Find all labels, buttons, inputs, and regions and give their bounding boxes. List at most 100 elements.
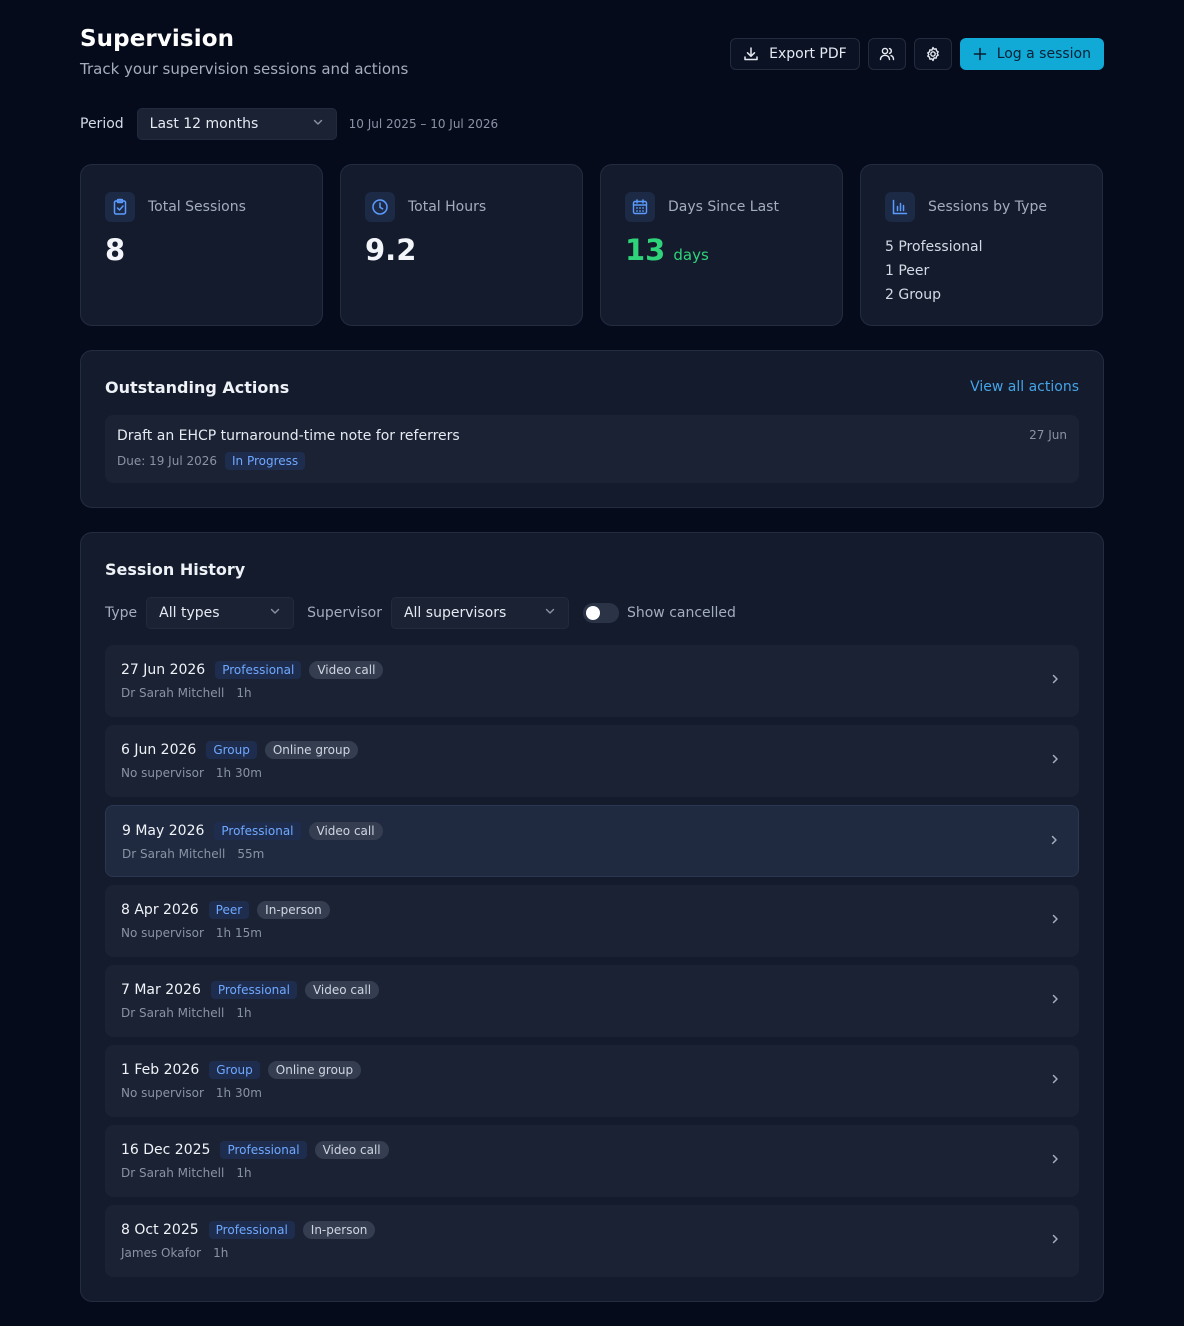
chevron-right-icon: [1048, 832, 1060, 851]
type-filter-value: All types: [159, 605, 220, 621]
session-duration: 1h: [213, 1246, 229, 1260]
session-row[interactable]: 7 Mar 2026 Professional Video call Dr Sa…: [105, 965, 1079, 1037]
session-supervisor: James Okafor: [121, 1246, 202, 1260]
export-pdf-button[interactable]: Export PDF: [730, 38, 860, 70]
session-history-title: Session History: [105, 560, 246, 579]
period-date-range: 10 Jul 2025 – 10 Jul 2026: [348, 117, 499, 131]
clock-icon: [365, 192, 395, 222]
total-sessions-card: Total Sessions 8: [80, 164, 323, 326]
sessions-by-type-list: 5 Professional 1 Peer 2 Group: [885, 235, 1078, 307]
session-date: 1 Feb 2026: [121, 1062, 200, 1078]
download-icon: [743, 46, 759, 62]
session-type-badge: Professional: [214, 822, 301, 840]
session-date: 9 May 2026: [122, 823, 205, 839]
outstanding-actions-panel: Outstanding Actions View all actions Dra…: [80, 350, 1104, 508]
stats-row: Total Sessions 8 Total Hours 9.2 Days Si…: [80, 164, 1104, 326]
session-date: 7 Mar 2026: [121, 982, 201, 998]
session-row[interactable]: 16 Dec 2025 Professional Video call Dr S…: [105, 1125, 1079, 1197]
supervisor-filter-select[interactable]: All supervisors: [390, 597, 569, 629]
session-date: 27 Jun 2026: [121, 662, 206, 678]
session-history-panel: Session History Type All types Superviso…: [80, 532, 1104, 1302]
session-date: 16 Dec 2025: [121, 1142, 211, 1158]
session-duration: 1h 15m: [215, 926, 262, 940]
days-since-label: Days Since Last: [668, 199, 779, 215]
session-duration: 1h 30m: [215, 766, 262, 780]
users-icon: [879, 46, 895, 62]
total-hours-value: 9.2: [365, 233, 417, 267]
gear-icon: [925, 46, 941, 62]
session-supervisor: Dr Sarah Mitchell: [122, 847, 226, 861]
session-mode-badge: In-person: [302, 1221, 376, 1239]
session-type-badge: Professional: [215, 661, 302, 679]
session-type-badge: Professional: [220, 1141, 307, 1159]
session-row[interactable]: 8 Apr 2026 Peer In-person No supervisor …: [105, 885, 1079, 957]
session-duration: 1h: [236, 686, 252, 700]
session-duration: 1h: [236, 1006, 252, 1020]
session-type-badge: Professional: [210, 981, 297, 999]
chevron-right-icon: [1049, 1071, 1061, 1090]
session-mode-badge: Video call: [304, 981, 380, 999]
session-duration: 55m: [237, 847, 265, 861]
chevron-right-icon: [1049, 911, 1061, 930]
period-select[interactable]: Last 12 months: [136, 108, 337, 140]
session-supervisor: Dr Sarah Mitchell: [121, 686, 225, 700]
type-filter-select[interactable]: All types: [146, 597, 295, 629]
session-type-badge: Peer: [208, 901, 250, 919]
supervisor-filter-label: Supervisor: [307, 605, 382, 621]
chevron-right-icon: [1049, 751, 1061, 770]
days-since-value-group: 13 days: [625, 233, 818, 267]
supervisor-filter-value: All supervisors: [403, 605, 507, 621]
chevron-down-icon: [312, 116, 324, 132]
session-duration: 1h 30m: [215, 1086, 262, 1100]
action-title: Draft an EHCP turnaround-time note for r…: [117, 428, 460, 444]
chevron-right-icon: [1049, 991, 1061, 1010]
chevron-right-icon: [1049, 1151, 1061, 1170]
chevron-down-icon: [269, 605, 281, 621]
total-hours-card: Total Hours 9.2: [340, 164, 583, 326]
calendar-icon: [625, 192, 655, 222]
session-row[interactable]: 6 Jun 2026 Group Online group No supervi…: [105, 725, 1079, 797]
page-header: Supervision Track your supervision sessi…: [80, 26, 1104, 86]
days-since-value: 13: [625, 233, 666, 267]
action-item[interactable]: Draft an EHCP turnaround-time note for r…: [105, 415, 1079, 483]
session-mode-badge: Video call: [308, 822, 383, 840]
chevron-right-icon: [1049, 1231, 1061, 1250]
session-supervisor: No supervisor: [121, 926, 204, 940]
header-actions: Export PDF Log a session: [730, 38, 1104, 70]
session-date: 8 Apr 2026: [121, 902, 199, 918]
sessions-by-type-card: Sessions by Type 5 Professional 1 Peer 2…: [860, 164, 1103, 326]
session-supervisor: Dr Sarah Mitchell: [121, 1006, 225, 1020]
session-mode-badge: In-person: [257, 901, 330, 919]
view-all-actions-link[interactable]: View all actions: [970, 379, 1079, 395]
session-date: 8 Oct 2025: [121, 1222, 199, 1238]
export-pdf-label: Export PDF: [769, 46, 847, 62]
session-mode-badge: Video call: [314, 1141, 389, 1159]
session-mode-badge: Online group: [264, 741, 359, 759]
show-cancelled-toggle[interactable]: [582, 603, 619, 623]
session-list: 27 Jun 2026 Professional Video call Dr S…: [105, 645, 1079, 1277]
action-due-date: Due: 19 Jul 2026: [117, 454, 218, 468]
session-supervisor: No supervisor: [121, 766, 204, 780]
session-type-badge: Group: [209, 1061, 260, 1079]
period-label: Period: [80, 116, 124, 132]
session-mode-badge: Online group: [267, 1061, 362, 1079]
period-filter: Period Last 12 months 10 Jul 2025 – 10 J…: [80, 108, 498, 140]
session-row[interactable]: 1 Feb 2026 Group Online group No supervi…: [105, 1045, 1079, 1117]
session-date: 6 Jun 2026: [121, 742, 197, 758]
session-row[interactable]: 27 Jun 2026 Professional Video call Dr S…: [105, 645, 1079, 717]
session-row[interactable]: 9 May 2026 Professional Video call Dr Sa…: [105, 805, 1079, 877]
show-cancelled-label: Show cancelled: [626, 605, 736, 621]
log-session-button[interactable]: Log a session: [959, 38, 1104, 70]
session-filters: Type All types Supervisor All supervisor…: [105, 597, 736, 629]
total-hours-label: Total Hours: [408, 199, 487, 215]
session-mode-badge: Video call: [309, 661, 384, 679]
type-filter-label: Type: [105, 605, 138, 621]
chevron-down-icon: [544, 605, 556, 621]
supervisors-button[interactable]: [867, 38, 906, 70]
toggle-knob: [585, 606, 600, 620]
period-select-value: Last 12 months: [149, 116, 259, 132]
sessions-by-type-label: Sessions by Type: [928, 199, 1047, 215]
settings-button[interactable]: [913, 38, 952, 70]
total-sessions-value: 8: [105, 233, 126, 267]
session-row[interactable]: 8 Oct 2025 Professional In-person James …: [105, 1205, 1079, 1277]
